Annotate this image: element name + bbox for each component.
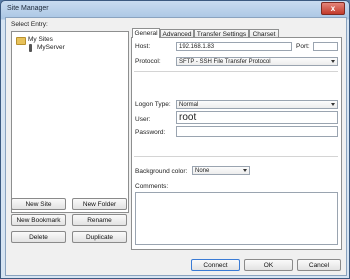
cancel-button[interactable]: Cancel	[297, 259, 341, 271]
connect-button[interactable]: Connect	[191, 259, 240, 271]
site-tree[interactable]: My Sites MyServer	[11, 31, 129, 213]
password-field[interactable]	[176, 126, 338, 137]
user-field[interactable]: root	[176, 111, 338, 124]
divider	[134, 156, 338, 157]
logon-type-select[interactable]: Normal	[176, 100, 338, 109]
chevron-down-icon	[243, 169, 247, 172]
host-label: Host:	[135, 43, 151, 50]
host-field[interactable]: 192.168.1.83	[176, 42, 292, 51]
tree-item-my-sites[interactable]: My Sites	[28, 36, 53, 43]
select-entry-label: Select Entry:	[11, 21, 48, 28]
server-icon	[29, 44, 32, 52]
port-label: Port:	[296, 43, 310, 50]
divider	[134, 71, 338, 72]
delete-button[interactable]: Delete	[11, 231, 66, 243]
dialog-client-area: Select Entry: My Sites MyServer New Site…	[5, 17, 347, 276]
port-field[interactable]	[313, 42, 338, 51]
chevron-down-icon	[331, 60, 335, 63]
folder-icon	[16, 37, 26, 45]
password-label: Password:	[135, 129, 166, 136]
rename-button[interactable]: Rename	[72, 214, 127, 226]
background-color-label: Background color:	[135, 168, 188, 175]
new-folder-button[interactable]: New Folder	[72, 198, 127, 210]
protocol-select[interactable]: SFTP - SSH File Transfer Protocol	[176, 57, 338, 66]
ok-button[interactable]: OK	[244, 259, 293, 271]
background-color-value: None	[195, 168, 210, 174]
title-bar[interactable]: Site Manager x	[1, 1, 349, 17]
background-color-select[interactable]: None	[192, 166, 250, 175]
logon-type-label: Logon Type:	[135, 101, 171, 108]
tree-item-myserver[interactable]: MyServer	[37, 44, 65, 51]
comments-label: Comments:	[135, 183, 169, 190]
new-bookmark-button[interactable]: New Bookmark	[11, 214, 66, 226]
close-button[interactable]: x	[321, 2, 345, 15]
comments-textarea[interactable]	[135, 192, 338, 245]
protocol-label: Protocol:	[135, 58, 161, 65]
user-label: User:	[135, 116, 151, 123]
site-manager-window: Site Manager x Select Entry: My Sites My…	[0, 0, 350, 279]
chevron-down-icon	[331, 103, 335, 106]
logon-type-value: Normal	[179, 102, 199, 108]
general-tab-panel: Host: 192.168.1.83 Port: Protocol: SFTP …	[131, 37, 342, 250]
window-title: Site Manager	[7, 5, 49, 12]
duplicate-button[interactable]: Duplicate	[72, 231, 127, 243]
tab-general[interactable]: General	[132, 28, 160, 38]
new-site-button[interactable]: New Site	[11, 198, 66, 210]
protocol-value: SFTP - SSH File Transfer Protocol	[179, 59, 271, 65]
